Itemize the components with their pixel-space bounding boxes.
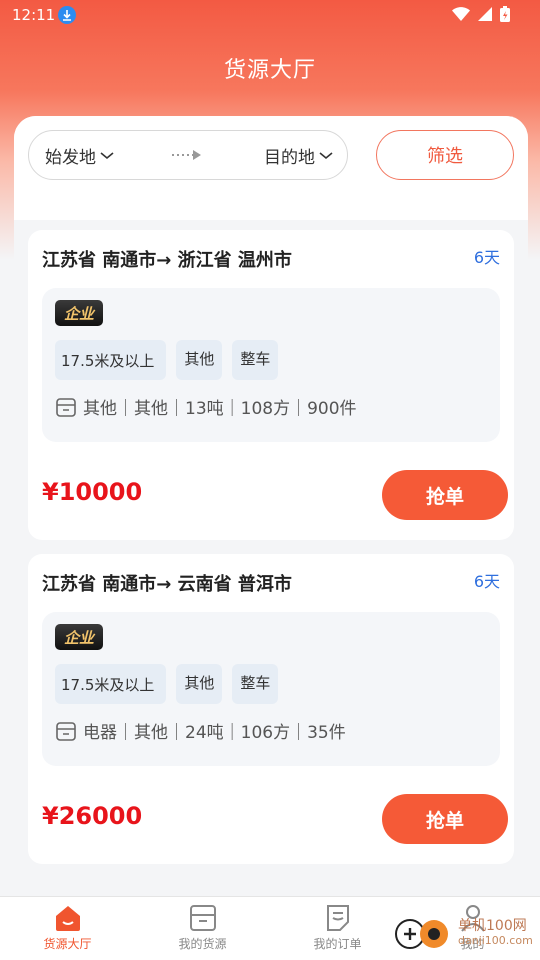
tag-truck-length: 17.5米及以上 [55,340,167,380]
price: ¥26000 [42,802,143,830]
chevron-down-icon [100,151,114,159]
home-icon [55,906,80,931]
destination-label: 目的地 [264,148,315,168]
tab-my-orders[interactable]: 我的订单 [270,903,405,952]
battery-icon [500,6,510,22]
card-route: 江苏省 南通市→ 云南省 普洱市 [42,574,292,595]
origin-label: 始发地 [45,148,96,168]
page-title: 货源大厅 [223,58,316,83]
route-filter-bar: 始发地 目的地 筛选 [14,116,528,220]
status-icons [452,6,510,22]
origin-selector[interactable]: 始发地 [45,143,114,168]
card-days: 6天 [473,248,500,267]
cargo-card[interactable]: 江苏省 南通市→ 浙江省 温州市 6天 企业 17.5米及以上 其他 整车 其他… [28,230,514,540]
filter-button[interactable]: 筛选 [376,130,514,180]
status-time: 12:11 [12,6,56,24]
tab-cargo-hall[interactable]: 货源大厅 [0,903,135,952]
card-route: 江苏省 南通市→ 浙江省 温州市 [42,250,292,271]
tag-list: 17.5米及以上 其他 整车 [55,664,279,704]
watermark: 单机100网 danji100.com [392,914,533,950]
tab-label: 货源大厅 [43,937,92,951]
package-icon [56,721,76,741]
card-info-box: 企业 17.5米及以上 其他 整车 其他｜其他｜13吨｜108方｜900件 [42,288,500,442]
package-icon [56,397,76,417]
watermark-logo-icon [395,919,448,949]
card-info-box: 企业 17.5米及以上 其他 整车 电器｜其他｜24吨｜106方｜35件 [42,612,500,766]
grab-order-button[interactable]: 抢单 [382,794,508,844]
watermark-text: 单机100网 [458,917,527,934]
enterprise-badge: 企业 [55,624,103,650]
tag-vehicle-type: 其他 [176,340,223,380]
cargo-card[interactable]: 江苏省 南通市→ 云南省 普洱市 6天 企业 17.5米及以上 其他 整车 电器… [28,554,514,864]
wifi-icon [452,7,470,21]
download-icon [58,6,76,24]
chevron-down-icon [319,151,333,159]
tab-label: 我的订单 [313,937,362,951]
card-days: 6天 [473,572,500,591]
status-bar: 12:11 [0,0,540,32]
grab-order-button[interactable]: 抢单 [382,470,508,520]
destination-selector[interactable]: 目的地 [264,143,333,168]
cargo-text: 电器｜其他｜24吨｜106方｜35件 [83,723,346,743]
tab-label: 我的货源 [178,937,227,951]
cargo-text: 其他｜其他｜13吨｜108方｜900件 [83,399,357,419]
enterprise-badge: 企业 [55,300,103,326]
signal-icon [478,7,492,21]
tag-truck-length: 17.5米及以上 [55,664,167,704]
tag-load-type: 整车 [232,664,279,704]
tab-my-cargo[interactable]: 我的货源 [135,903,270,952]
cargo-details: 电器｜其他｜24吨｜106方｜35件 [55,718,346,743]
watermark-url: danji100.com [458,933,533,947]
route-selector: 始发地 目的地 [28,130,348,180]
price: ¥10000 [42,478,143,506]
cargo-details: 其他｜其他｜13吨｜108方｜900件 [55,394,357,419]
order-icon [326,905,349,931]
tag-list: 17.5米及以上 其他 整车 [55,340,279,380]
route-arrow-icon [171,147,203,167]
tag-load-type: 整车 [232,340,279,380]
box-icon [189,905,216,931]
tag-vehicle-type: 其他 [176,664,223,704]
